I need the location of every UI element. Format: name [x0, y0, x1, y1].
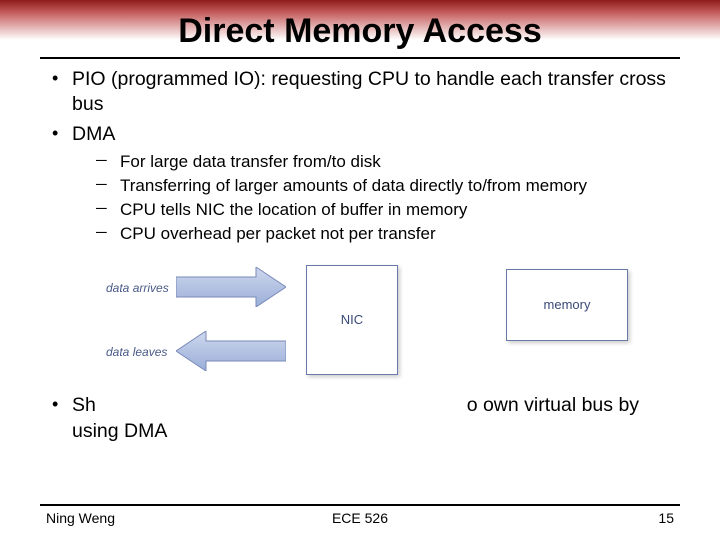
- sub-bullet-1: For large data transfer from/to disk: [72, 151, 674, 173]
- bullet-sh: Sh o own virtual bus by using DMA: [46, 393, 674, 444]
- sub-bullet-3: CPU tells NIC the location of buffer in …: [72, 199, 674, 221]
- slide-title: Direct Memory Access: [0, 0, 720, 57]
- label-data-leaves: data leaves: [106, 345, 167, 361]
- arrow-right-icon: [176, 267, 286, 307]
- bullet-list-2: Sh o own virtual bus by using DMA: [46, 393, 674, 444]
- content-area: PIO (programmed IO): requesting CPU to h…: [0, 67, 720, 444]
- box-nic: NIC: [306, 265, 398, 375]
- arrow-left-icon: [176, 331, 286, 371]
- dma-figure: data arrives data leaves: [106, 259, 646, 389]
- bullet-dma: DMA For large data transfer from/to disk…: [46, 122, 674, 246]
- bullet-sh-right: o own virtual bus by using DMA: [72, 394, 639, 441]
- footer: Ning Weng ECE 526 15: [0, 510, 720, 530]
- box-memory-label: memory: [544, 297, 591, 314]
- sub-bullet-4: CPU overhead per packet not per transfer: [72, 223, 674, 245]
- footer-divider: [40, 504, 680, 506]
- title-divider: [40, 57, 680, 59]
- bullet-sh-left: Sh: [72, 394, 96, 416]
- bullet-list: PIO (programmed IO): requesting CPU to h…: [46, 67, 674, 245]
- box-nic-label: NIC: [341, 312, 363, 329]
- sub-bullet-2: Transferring of larger amounts of data d…: [72, 175, 674, 197]
- slide: Direct Memory Access PIO (programmed IO)…: [0, 0, 720, 540]
- sub-bullet-list: For large data transfer from/to disk Tra…: [72, 151, 674, 245]
- bullet-dma-text: DMA: [72, 123, 115, 145]
- bullet-pio: PIO (programmed IO): requesting CPU to h…: [46, 67, 674, 118]
- footer-page: 15: [658, 510, 674, 526]
- box-memory: memory: [506, 269, 628, 341]
- label-data-arrives: data arrives: [106, 281, 169, 297]
- footer-course: ECE 526: [0, 510, 720, 526]
